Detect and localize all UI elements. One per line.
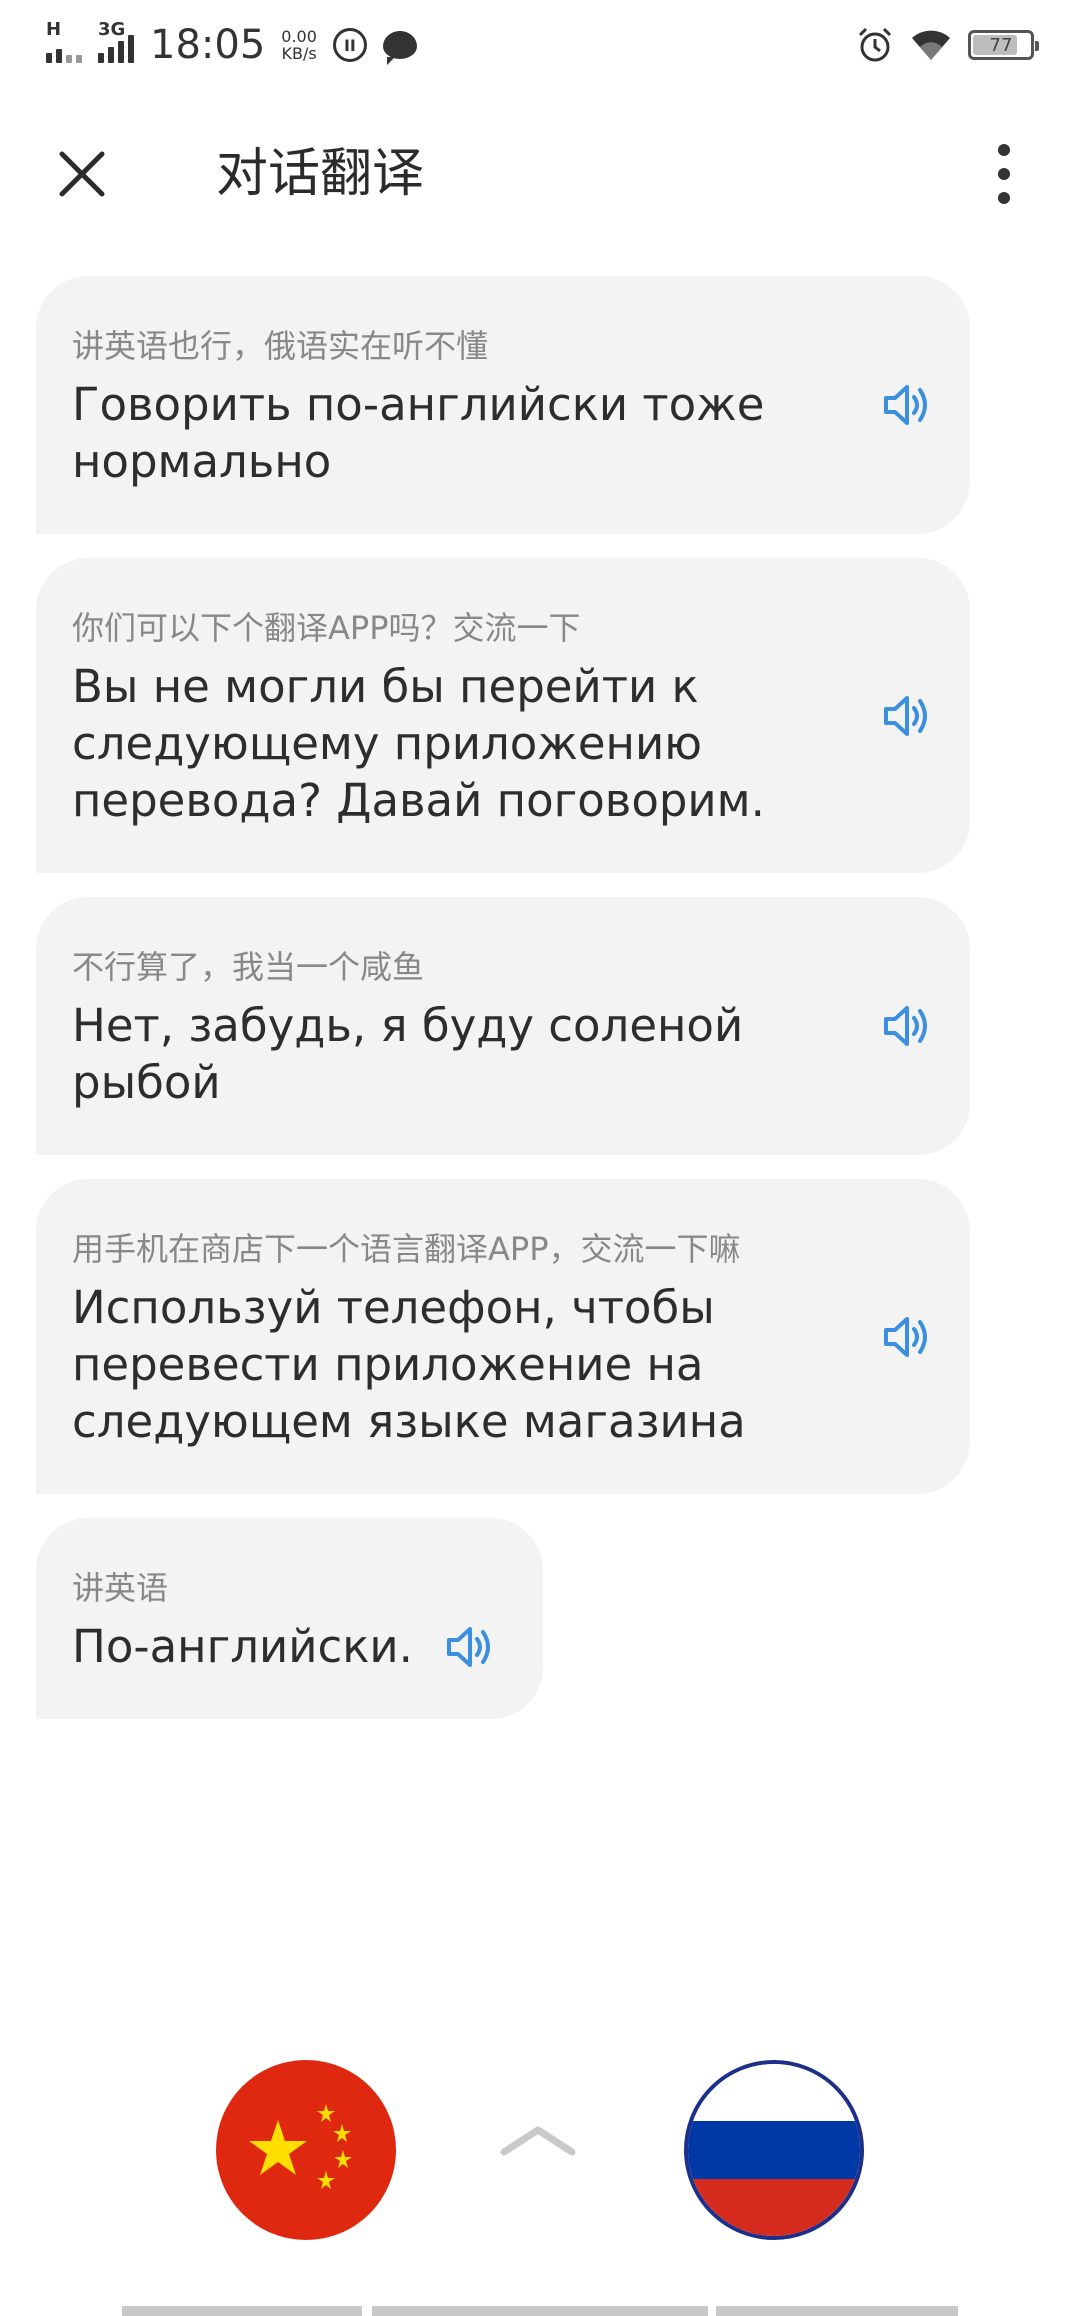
source-text: 你们可以下个翻译APP吗？交流一下 xyxy=(72,609,581,647)
china-flag-icon[interactable] xyxy=(216,2060,396,2240)
russia-flag-blue xyxy=(688,2121,860,2179)
message-bubble[interactable]: 你们可以下个翻译APP吗？交流一下 Вы не могли бы перейти… xyxy=(36,558,970,873)
source-text: 讲英语也行，俄语实在听不懂 xyxy=(72,327,489,365)
translation-text: По-английски. xyxy=(72,1620,413,1673)
battery-icon: 77 xyxy=(968,30,1039,60)
network-type-1: H xyxy=(46,19,62,40)
status-right: 77 xyxy=(856,26,1039,64)
source-text: 用手机在商店下一个语言翻译APP，交流一下嘛 xyxy=(72,1230,741,1268)
status-left: H 3G 18:05 0.00 KB/s ⅠⅠ xyxy=(46,21,417,68)
speaker-icon[interactable] xyxy=(880,1000,932,1052)
russia-flag-white xyxy=(688,2064,860,2122)
close-button[interactable] xyxy=(46,138,118,210)
chevron-up-icon[interactable] xyxy=(500,2118,576,2158)
page-title: 对话翻译 xyxy=(216,144,425,204)
more-vertical-icon-dot xyxy=(998,168,1010,180)
signal-icon: H xyxy=(46,21,82,63)
more-options-button[interactable] xyxy=(968,134,1040,214)
message-bubble[interactable]: 不行算了，我当一个咸鱼 Нет, забудь, я буду соленой … xyxy=(36,897,970,1155)
translation-text: Нет, забудь, я буду соленой рыбой xyxy=(72,999,744,1109)
more-vertical-icon-dot xyxy=(998,192,1010,204)
speaker-icon[interactable] xyxy=(880,379,932,431)
wifi-icon xyxy=(912,30,950,60)
app-header: 对话翻译 xyxy=(0,120,1080,220)
clock: 18:05 xyxy=(150,22,266,68)
network-type-2: 3G xyxy=(98,19,126,40)
conversation-list: 讲英语也行，俄语实在听不懂 Говорить по-английски тоже… xyxy=(36,276,1046,1743)
signal-icon-2: 3G xyxy=(98,21,134,63)
speaker-icon[interactable] xyxy=(880,1311,932,1363)
message-bubble[interactable]: 讲英语也行，俄语实在听不懂 Говорить по-английски тоже… xyxy=(36,276,970,534)
status-bar: H 3G 18:05 0.00 KB/s ⅠⅠ 77 xyxy=(0,0,1080,90)
speaker-icon[interactable] xyxy=(880,690,932,742)
source-text: 讲英语 xyxy=(72,1569,169,1607)
indicator-segment xyxy=(122,2306,362,2316)
language-selector xyxy=(0,2060,1080,2242)
indicator-segment xyxy=(372,2306,708,2316)
chat-notification-icon xyxy=(382,31,417,65)
speaker-icon[interactable] xyxy=(443,1621,495,1673)
alarm-icon xyxy=(858,27,892,62)
close-icon xyxy=(59,151,105,197)
net-speed-unit: KB/s xyxy=(281,44,317,63)
bottom-indicator xyxy=(0,2306,1080,2316)
message-bubble[interactable]: 讲英语 По-английски. xyxy=(36,1518,543,1719)
translation-text: Вы не могли бы перейти к следующему прил… xyxy=(72,660,765,827)
russia-flag-red xyxy=(688,2178,860,2236)
data-saver-icon: ⅠⅠ xyxy=(332,28,367,62)
russia-flag-icon[interactable] xyxy=(684,2060,864,2240)
more-vertical-icon xyxy=(998,144,1010,156)
translation-row: По-английски. xyxy=(72,1618,507,1675)
net-speed: 0.00 KB/s xyxy=(281,28,317,62)
indicator-segment xyxy=(716,2306,958,2316)
translation-text: Говорить по-английски тоже нормально xyxy=(72,378,765,488)
china-flag-stars xyxy=(249,2104,352,2189)
translation-text: Используй телефон, чтобы перевести прило… xyxy=(72,1281,746,1448)
battery-level: 77 xyxy=(989,34,1013,56)
source-text: 不行算了，我当一个咸鱼 xyxy=(72,948,425,986)
message-bubble[interactable]: 用手机在商店下一个语言翻译APP，交流一下嘛 Используй телефон… xyxy=(36,1179,970,1494)
net-speed-value: 0.00 xyxy=(281,27,317,46)
